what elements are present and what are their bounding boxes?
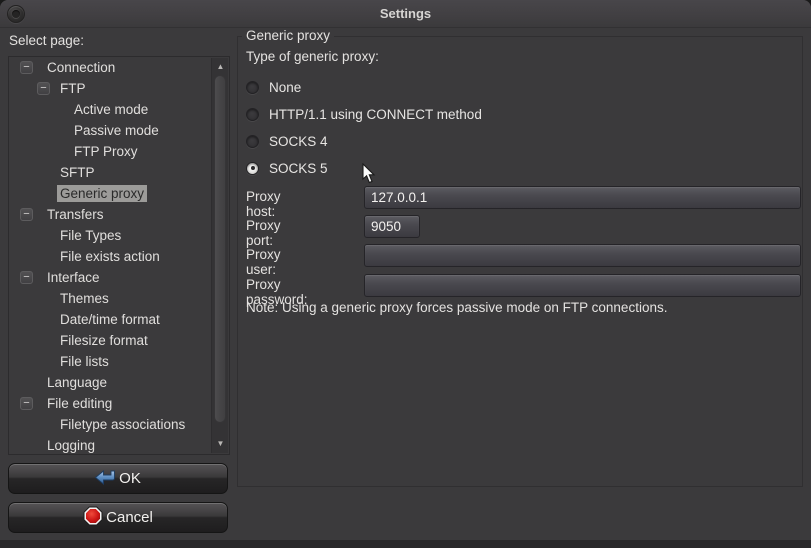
proxy-port-label: Proxy port: (246, 218, 281, 248)
radio-icon[interactable] (246, 81, 259, 94)
radio-http-connect[interactable]: HTTP/1.1 using CONNECT method (246, 104, 482, 124)
group-legend: Generic proxy (242, 28, 334, 43)
proxy-user-label: Proxy user: (246, 247, 281, 277)
tree-item-ftp[interactable]: − FTP (9, 78, 229, 99)
collapse-icon[interactable]: − (37, 82, 50, 95)
mouse-cursor-icon (362, 163, 376, 184)
scrollbar-thumb[interactable] (214, 75, 226, 423)
proxy-port-input[interactable] (364, 215, 420, 238)
tree-item-connection[interactable]: − Connection (9, 57, 229, 78)
radio-icon[interactable] (246, 135, 259, 148)
tree-item-datetime-format[interactable]: Date/time format (9, 309, 229, 330)
scroll-up-icon[interactable]: ▲ (212, 60, 229, 74)
radio-socks4[interactable]: SOCKS 4 (246, 131, 328, 151)
tree-item-sftp[interactable]: SFTP (9, 162, 229, 183)
tree-item-active-mode[interactable]: Active mode (9, 99, 229, 120)
tree-item-language[interactable]: Language (9, 372, 229, 393)
proxy-host-label: Proxy host: (246, 189, 281, 219)
tree-item-logging[interactable]: Logging (9, 435, 229, 455)
page-tree: − Connection − FTP Active mode Passive m… (8, 56, 230, 455)
window-title: Settings (0, 0, 811, 28)
window-bottom-edge (0, 540, 811, 548)
tree-item-passive-mode[interactable]: Passive mode (9, 120, 229, 141)
select-page-label: Select page: (9, 33, 84, 48)
proxy-note: Note: Using a generic proxy forces passi… (246, 300, 667, 315)
tree-scrollbar[interactable]: ▲ ▼ (211, 58, 228, 453)
tree-item-themes[interactable]: Themes (9, 288, 229, 309)
close-icon[interactable] (7, 5, 25, 23)
stop-sign-icon (83, 506, 103, 530)
cancel-button[interactable]: Cancel (8, 502, 228, 533)
titlebar[interactable]: Settings (0, 0, 811, 28)
cancel-button-label: Cancel (106, 509, 153, 526)
radio-checked-icon[interactable] (246, 162, 259, 175)
tree-item-file-types[interactable]: File Types (9, 225, 229, 246)
tree-item-filetype-associations[interactable]: Filetype associations (9, 414, 229, 435)
tree-item-ftp-proxy[interactable]: FTP Proxy (9, 141, 229, 162)
tree-item-interface[interactable]: − Interface (9, 267, 229, 288)
collapse-icon[interactable]: − (20, 271, 33, 284)
radio-icon[interactable] (246, 108, 259, 121)
ok-button[interactable]: OK (8, 463, 228, 494)
tree-item-file-exists-action[interactable]: File exists action (9, 246, 229, 267)
collapse-icon[interactable]: − (20, 61, 33, 74)
tree-item-transfers[interactable]: − Transfers (9, 204, 229, 225)
collapse-icon[interactable]: − (20, 397, 33, 410)
ok-button-label: OK (119, 470, 141, 487)
proxy-user-input[interactable] (364, 244, 801, 267)
collapse-icon[interactable]: − (20, 208, 33, 221)
proxy-host-input[interactable] (364, 186, 801, 209)
proxy-type-label: Type of generic proxy: (246, 49, 379, 64)
tree-item-file-editing[interactable]: − File editing (9, 393, 229, 414)
radio-none[interactable]: None (246, 77, 301, 97)
enter-arrow-icon (95, 468, 116, 490)
proxy-password-input[interactable] (364, 274, 801, 297)
tree-item-file-lists[interactable]: File lists (9, 351, 229, 372)
radio-socks5[interactable]: SOCKS 5 (246, 158, 328, 178)
scroll-down-icon[interactable]: ▼ (212, 437, 229, 451)
generic-proxy-group: Generic proxy Type of generic proxy: Non… (237, 36, 803, 487)
tree-item-filesize-format[interactable]: Filesize format (9, 330, 229, 351)
settings-dialog: Settings Select page: − Connection − FTP… (0, 0, 811, 548)
tree-item-generic-proxy[interactable]: Generic proxy (9, 183, 229, 204)
